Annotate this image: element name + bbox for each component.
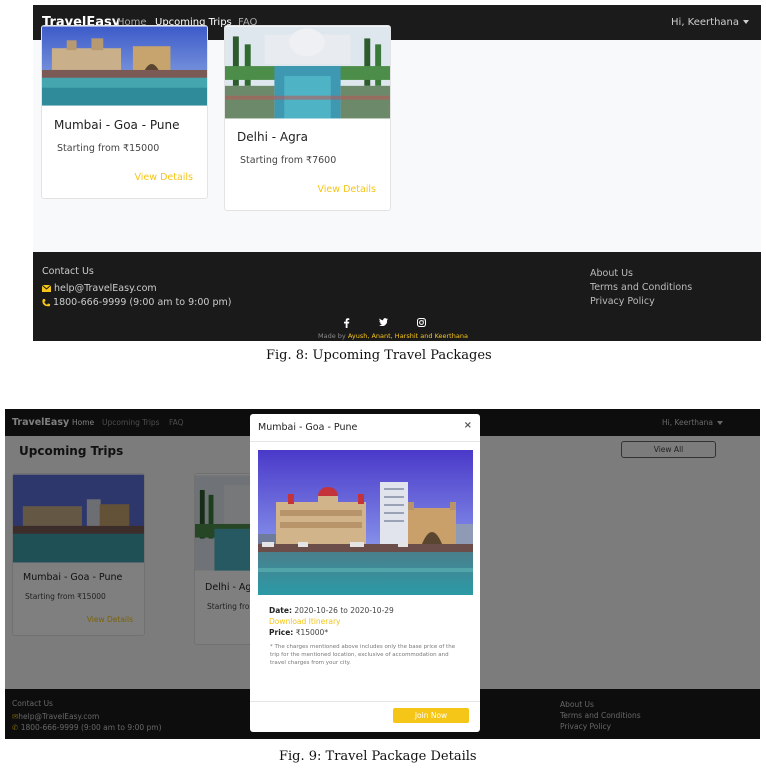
modal-header: Mumbai - Goa - Pune × <box>250 414 480 442</box>
trip-title: Mumbai - Goa - Pune <box>54 118 180 132</box>
footer-link-about[interactable]: About Us <box>590 268 633 279</box>
twitter-icon[interactable] <box>379 318 388 326</box>
footer-link-terms[interactable]: Terms and Conditions <box>590 282 692 293</box>
date-label: Date: <box>269 606 292 615</box>
trip-price: Starting from ₹7600 <box>240 155 337 166</box>
footer-link-privacy[interactable]: Privacy Policy <box>590 296 655 307</box>
phone-icon <box>42 298 50 306</box>
join-now-button[interactable]: Join Now <box>393 708 469 723</box>
trip-price: Starting from ₹15000 <box>57 143 160 154</box>
trip-image-agra <box>225 26 390 119</box>
email-text: help@TravelEasy.com <box>54 283 157 294</box>
trip-title: Delhi - Agra <box>237 130 308 144</box>
user-menu[interactable]: Hi, Keerthana <box>671 17 749 28</box>
footer: Contact Us help@TravelEasy.com 1800-666-… <box>33 252 761 341</box>
close-icon[interactable]: × <box>464 420 472 431</box>
price-value: ₹15000* <box>295 628 329 637</box>
trip-card: Delhi - Agra Starting from ₹7600 View De… <box>224 25 391 211</box>
envelope-icon <box>41 284 52 292</box>
trip-price: Price: ₹15000* <box>269 628 328 637</box>
price-label: Price: <box>269 628 294 637</box>
credit-prefix: Made by <box>318 332 346 340</box>
credit-names: Ayush, Anant, Harshit and Keerthana <box>347 332 468 340</box>
date-value: 2020-10-26 to 2020-10-29 <box>294 606 394 615</box>
download-itinerary-link[interactable]: Download Itinerary <box>269 617 340 626</box>
trip-card: Mumbai - Goa - Pune Starting from ₹15000… <box>41 25 208 199</box>
facebook-icon[interactable] <box>343 318 350 328</box>
trip-image-mumbai <box>42 26 207 106</box>
view-details-link[interactable]: View Details <box>318 184 377 195</box>
trip-details-modal: Mumbai - Goa - Pune × Date: 2020-10-26 t… <box>250 414 480 732</box>
contact-title: Contact Us <box>42 266 94 277</box>
trip-date: Date: 2020-10-26 to 2020-10-29 <box>269 606 394 615</box>
price-note: * The charges mentioned above includes o… <box>270 644 456 666</box>
fig8-screenshot: TravelEasy Home Upcoming Trips FAQ Hi, K… <box>33 5 761 341</box>
phone-text: 1800-666-9999 (9:00 am to 9:00 pm) <box>53 297 232 308</box>
trip-image-mumbai <box>258 450 473 595</box>
contact-email[interactable]: help@TravelEasy.com <box>41 283 157 294</box>
contact-phone[interactable]: 1800-666-9999 (9:00 am to 9:00 pm) <box>42 297 231 308</box>
modal-footer-divider <box>250 701 480 702</box>
user-greeting: Hi, Keerthana <box>671 17 739 28</box>
caret-down-icon <box>743 20 749 24</box>
figure-caption: Fig. 9: Travel Package Details <box>279 749 477 764</box>
view-details-link[interactable]: View Details <box>135 172 194 183</box>
credit-line: Made by Ayush, Anant, Harshit and Keerth… <box>318 332 468 340</box>
instagram-icon[interactable] <box>417 318 426 327</box>
modal-title: Mumbai - Goa - Pune <box>258 422 358 433</box>
figure-caption: Fig. 8: Upcoming Travel Packages <box>266 348 492 363</box>
